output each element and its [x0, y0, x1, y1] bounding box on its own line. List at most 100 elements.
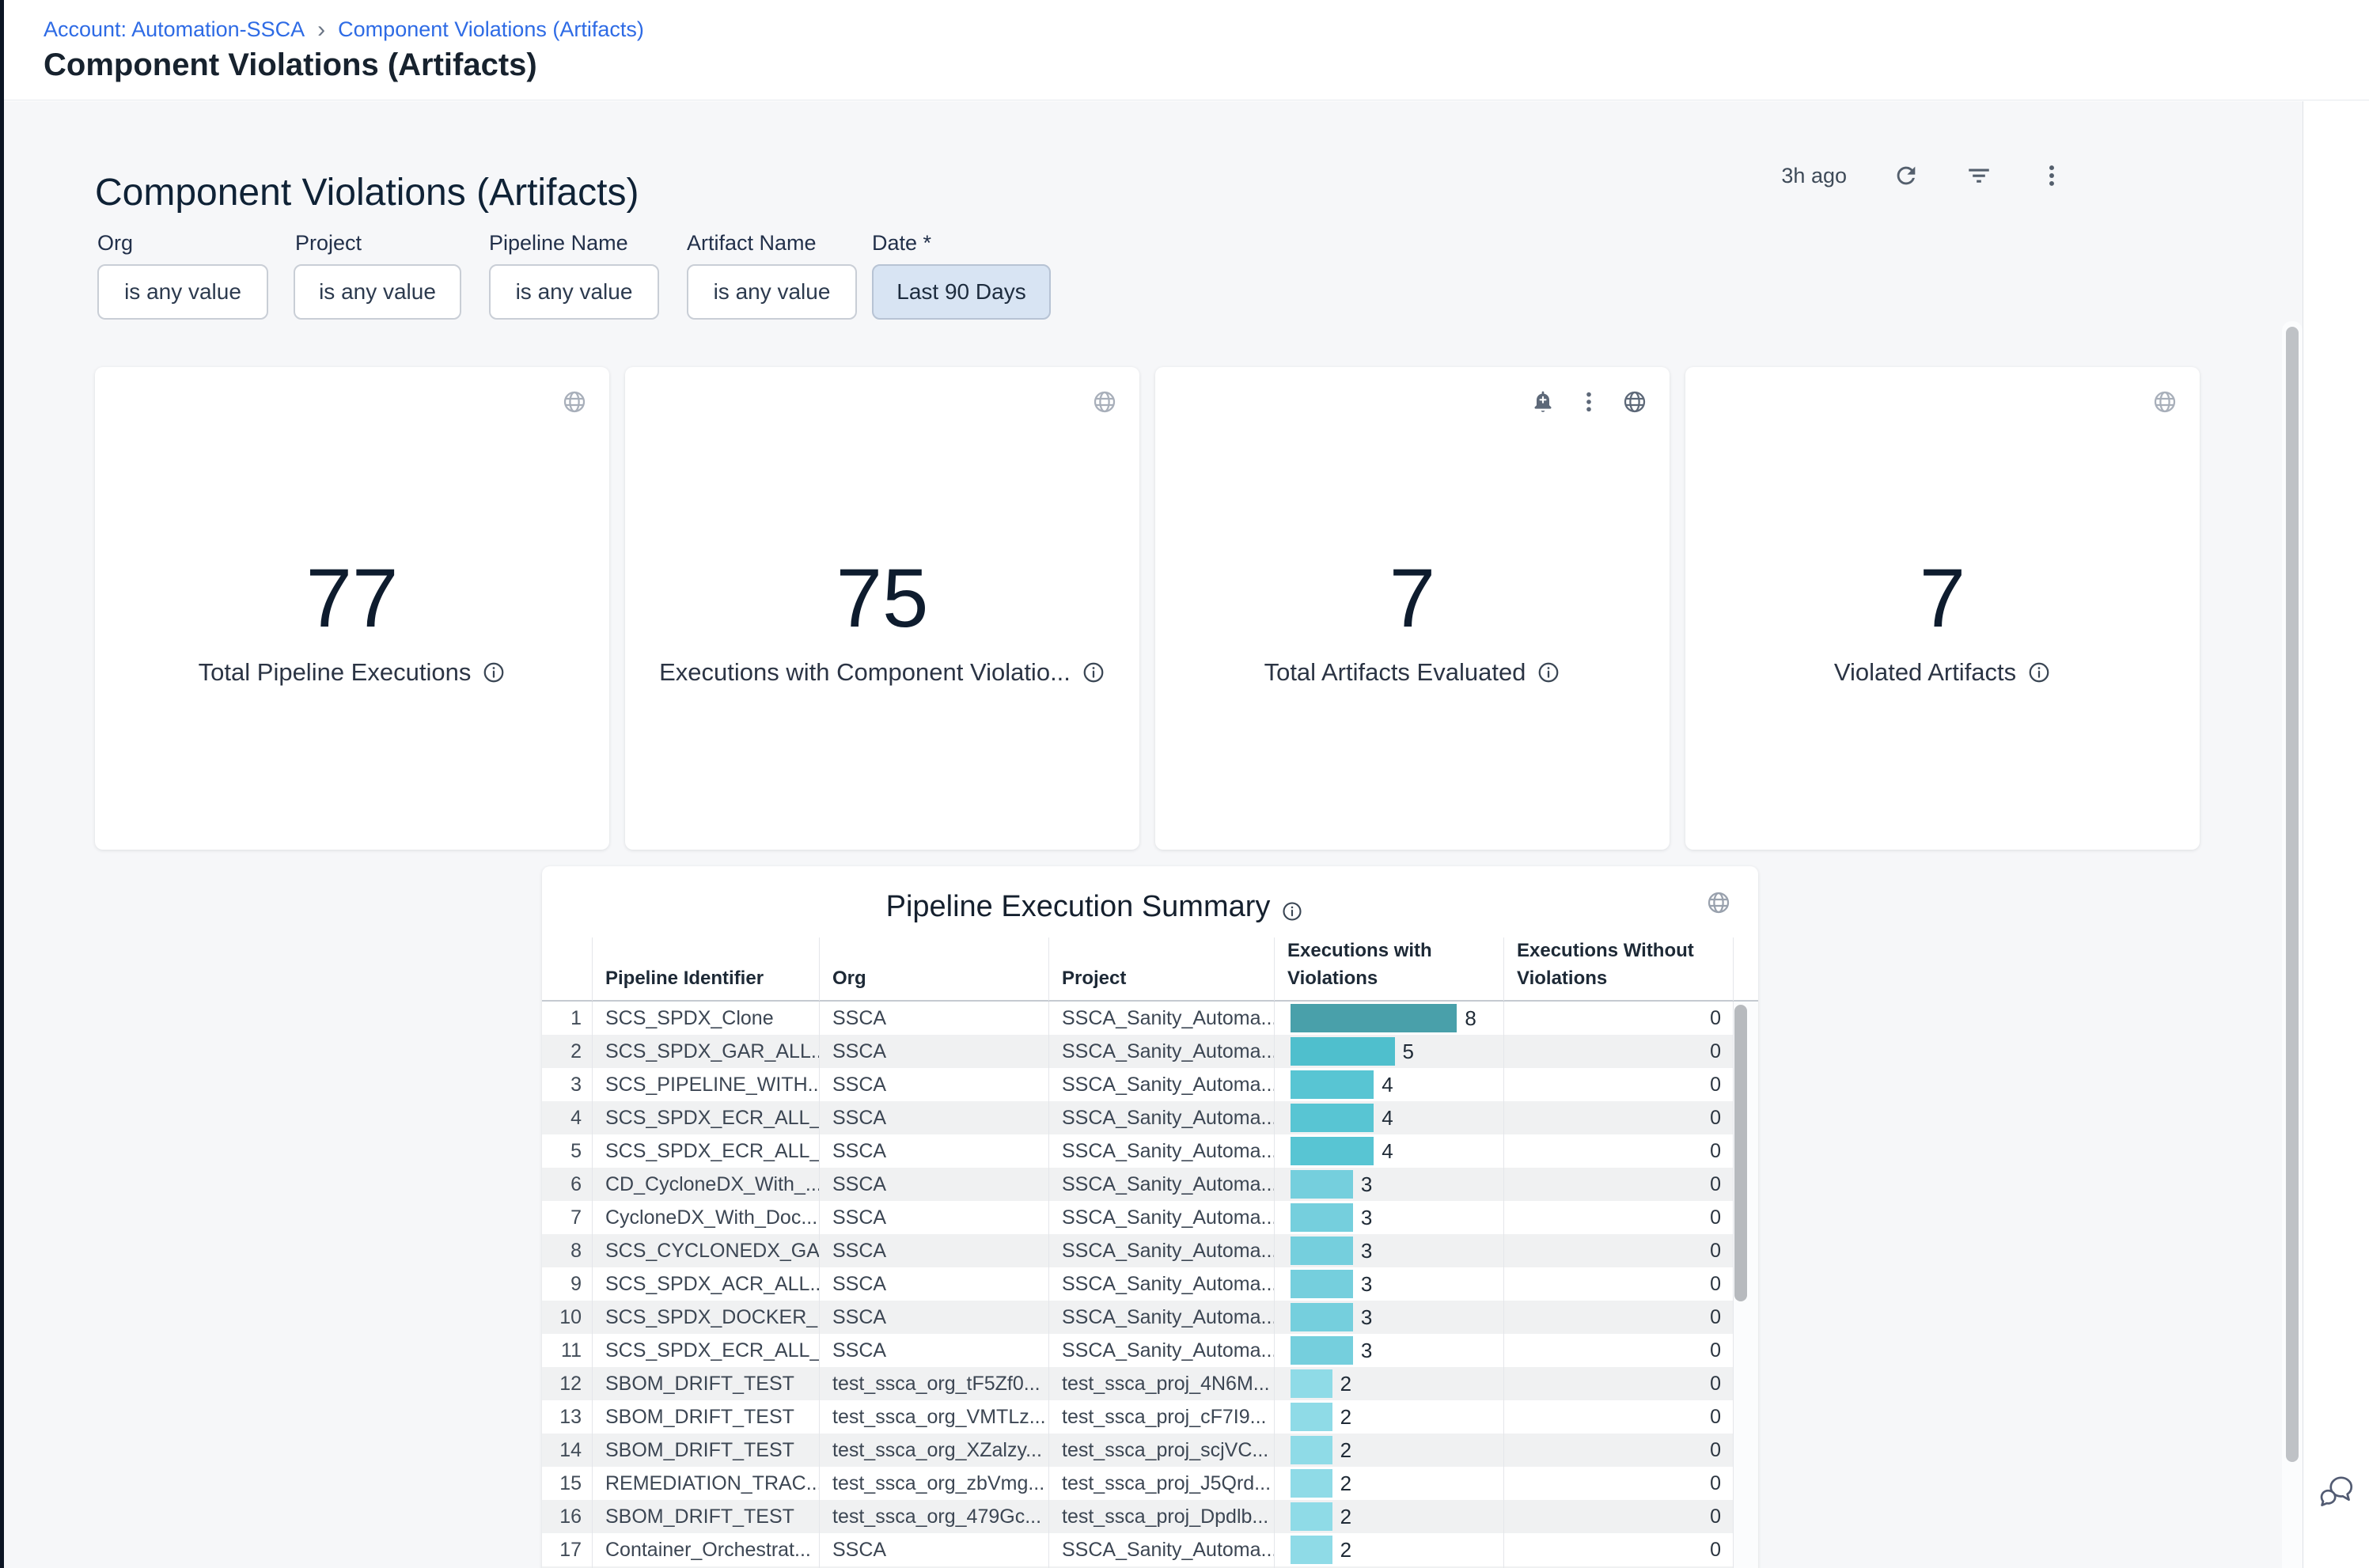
globe-icon[interactable] [2152, 389, 2178, 415]
table-row[interactable]: 4SCS_SPDX_ECR_ALL_...SSCASSCA_Sanity_Aut… [542, 1101, 1758, 1134]
column-header-org[interactable]: Org [819, 937, 1048, 1001]
globe-icon[interactable] [562, 389, 587, 415]
table-row[interactable]: 15REMEDIATION_TRAC...test_ssca_org_zbVmg… [542, 1467, 1758, 1500]
org-cell: SSCA [819, 1068, 1048, 1101]
executions-with-violations-cell: 4 [1274, 1101, 1503, 1134]
info-icon[interactable] [1082, 661, 1105, 684]
filter-pipeline-name[interactable]: is any value [489, 264, 659, 320]
table-row[interactable]: 8SCS_CYCLONEDX_GA...SSCASSCA_Sanity_Auto… [542, 1234, 1758, 1267]
globe-icon[interactable] [1706, 890, 1731, 915]
violations-value: 3 [1361, 1206, 1372, 1230]
filter-date[interactable]: Last 90 Days [872, 264, 1051, 320]
table-row[interactable]: 17Container_Orchestrat...SSCASSCA_Sanity… [542, 1533, 1758, 1566]
filter-org[interactable]: is any value [97, 264, 268, 320]
pipeline-identifier-cell: SCS_SPDX_DOCKER_... [592, 1301, 819, 1334]
tile-total-pipeline-executions: 77 Total Pipeline Executions [95, 367, 609, 850]
violations-value: 2 [1340, 1505, 1351, 1529]
violations-bar [1291, 1469, 1332, 1498]
row-index-cell: 16 [542, 1500, 592, 1533]
breadcrumb-current-link[interactable]: Component Violations (Artifacts) [338, 17, 644, 42]
main-scrollbar-thumb[interactable] [2286, 327, 2299, 1462]
project-cell: SSCA_Sanity_Automa... [1048, 1234, 1274, 1267]
row-index-cell: 9 [542, 1267, 592, 1301]
executions-without-violations-cell: 0 [1503, 1035, 1733, 1068]
org-cell: test_ssca_org_zbVmg... [819, 1467, 1048, 1500]
table-row[interactable]: 6CD_CycloneDX_With_...SSCASSCA_Sanity_Au… [542, 1168, 1758, 1201]
filter-icon[interactable] [1965, 162, 1992, 189]
refresh-icon[interactable] [1893, 162, 1920, 189]
pipeline-identifier-cell: CD_CycloneDX_With_... [592, 1168, 819, 1201]
bell-plus-icon[interactable] [1530, 389, 1556, 415]
table-row[interactable]: 13SBOM_DRIFT_TESTtest_ssca_org_VMTLz...t… [542, 1400, 1758, 1434]
row-index-cell: 15 [542, 1467, 592, 1500]
org-cell: SSCA [819, 1201, 1048, 1234]
filter-project[interactable]: is any value [294, 264, 461, 320]
table-title: Pipeline Execution Summary [542, 890, 1703, 924]
info-icon[interactable] [2027, 661, 2051, 684]
project-cell: SSCA_Sanity_Automa... [1048, 1267, 1274, 1301]
filter-artifact-name[interactable]: is any value [687, 264, 857, 320]
table-row[interactable]: 14SBOM_DRIFT_TESTtest_ssca_org_XZalzy...… [542, 1434, 1758, 1467]
project-cell: test_ssca_proj_Dpdlb... [1048, 1500, 1274, 1533]
table-row[interactable]: 1SCS_SPDX_CloneSSCASSCA_Sanity_Automa...… [542, 1002, 1758, 1035]
row-index-cell: 14 [542, 1434, 592, 1467]
org-cell: SSCA [819, 1035, 1048, 1068]
project-cell: SSCA_Sanity_Automa... [1048, 1301, 1274, 1334]
table-row[interactable]: 9SCS_SPDX_ACR_ALL...SSCASSCA_Sanity_Auto… [542, 1267, 1758, 1301]
globe-icon[interactable] [1622, 389, 1647, 415]
pipeline-identifier-cell: SBOM_DRIFT_TEST [592, 1500, 819, 1533]
org-cell: test_ssca_org_tF5Zf0... [819, 1367, 1048, 1400]
column-header-project[interactable]: Project [1048, 937, 1274, 1001]
row-index-cell: 1 [542, 1002, 592, 1035]
column-header-pipeline-identifier[interactable]: Pipeline Identifier [592, 937, 819, 1001]
violations-bar [1291, 1104, 1374, 1132]
filter-label-pipeline-name: Pipeline Name [489, 231, 628, 256]
violations-bar [1291, 1070, 1374, 1099]
project-cell: SSCA_Sanity_Automa... [1048, 1201, 1274, 1234]
info-icon[interactable] [1537, 661, 1560, 684]
pipeline-identifier-cell: SCS_SPDX_Clone [592, 1002, 819, 1035]
pipeline-identifier-cell: SCS_CYCLONEDX_GA... [592, 1234, 819, 1267]
org-cell: SSCA [819, 1002, 1048, 1035]
violations-value: 3 [1361, 1239, 1372, 1263]
row-index-cell: 12 [542, 1367, 592, 1400]
globe-icon[interactable] [1092, 389, 1117, 415]
kebab-menu-icon[interactable] [2038, 162, 2065, 189]
org-cell: test_ssca_org_XZalzy... [819, 1434, 1048, 1467]
table-row[interactable]: 12SBOM_DRIFT_TESTtest_ssca_org_tF5Zf0...… [542, 1367, 1758, 1400]
column-header-executions-without-violations[interactable]: Executions Without Violations [1503, 937, 1733, 1001]
kebab-menu-icon[interactable] [1576, 389, 1601, 415]
table-row[interactable]: 11SCS_SPDX_ECR_ALL_...SSCASSCA_Sanity_Au… [542, 1334, 1758, 1367]
row-scroll-gutter [1733, 1467, 1758, 1500]
table-row[interactable]: 5SCS_SPDX_ECR_ALL_...SSCASSCA_Sanity_Aut… [542, 1134, 1758, 1168]
table-row[interactable]: 2SCS_SPDX_GAR_ALL...SSCASSCA_Sanity_Auto… [542, 1035, 1758, 1068]
row-index-cell: 8 [542, 1234, 592, 1267]
violations-bar [1291, 1270, 1353, 1298]
violations-bar [1291, 1336, 1353, 1365]
table-row[interactable]: 16SBOM_DRIFT_TESTtest_ssca_org_479Gc...t… [542, 1500, 1758, 1533]
table-row[interactable]: 10SCS_SPDX_DOCKER_...SSCASSCA_Sanity_Aut… [542, 1301, 1758, 1334]
row-index-cell: 7 [542, 1201, 592, 1234]
column-header-executions-with-violations[interactable]: Executions with Violations [1274, 937, 1503, 1001]
row-scroll-gutter [1733, 1301, 1758, 1334]
executions-with-violations-cell: 3 [1274, 1301, 1503, 1334]
tile-label: Total Artifacts Evaluated [1155, 658, 1670, 687]
table-scrollbar-thumb[interactable] [1734, 1005, 1747, 1301]
chat-icon[interactable] [2317, 1471, 2356, 1511]
tile-label: Violated Artifacts [1685, 658, 2200, 687]
violations-bar [1291, 1037, 1395, 1066]
pipeline-identifier-cell: SCS_SPDX_GAR_ALL... [592, 1035, 819, 1068]
row-index-cell: 13 [542, 1400, 592, 1434]
violations-value: 5 [1403, 1040, 1414, 1064]
table-row[interactable]: 7CycloneDX_With_Doc...SSCASSCA_Sanity_Au… [542, 1201, 1758, 1234]
pipeline-identifier-cell: SCS_SPDX_ECR_ALL_... [592, 1101, 819, 1134]
pipeline-identifier-cell: REMEDIATION_TRAC... [592, 1467, 819, 1500]
table-row[interactable]: 3SCS_PIPELINE_WITH...SSCASSCA_Sanity_Aut… [542, 1068, 1758, 1101]
executions-without-violations-cell: 0 [1503, 1201, 1733, 1234]
breadcrumb-account-link[interactable]: Account: Automation-SSCA [44, 17, 305, 42]
info-icon[interactable] [1281, 896, 1303, 918]
org-cell: SSCA [819, 1533, 1048, 1566]
violations-value: 2 [1340, 1405, 1351, 1430]
tile-label: Total Pipeline Executions [95, 658, 609, 687]
info-icon[interactable] [482, 661, 506, 684]
